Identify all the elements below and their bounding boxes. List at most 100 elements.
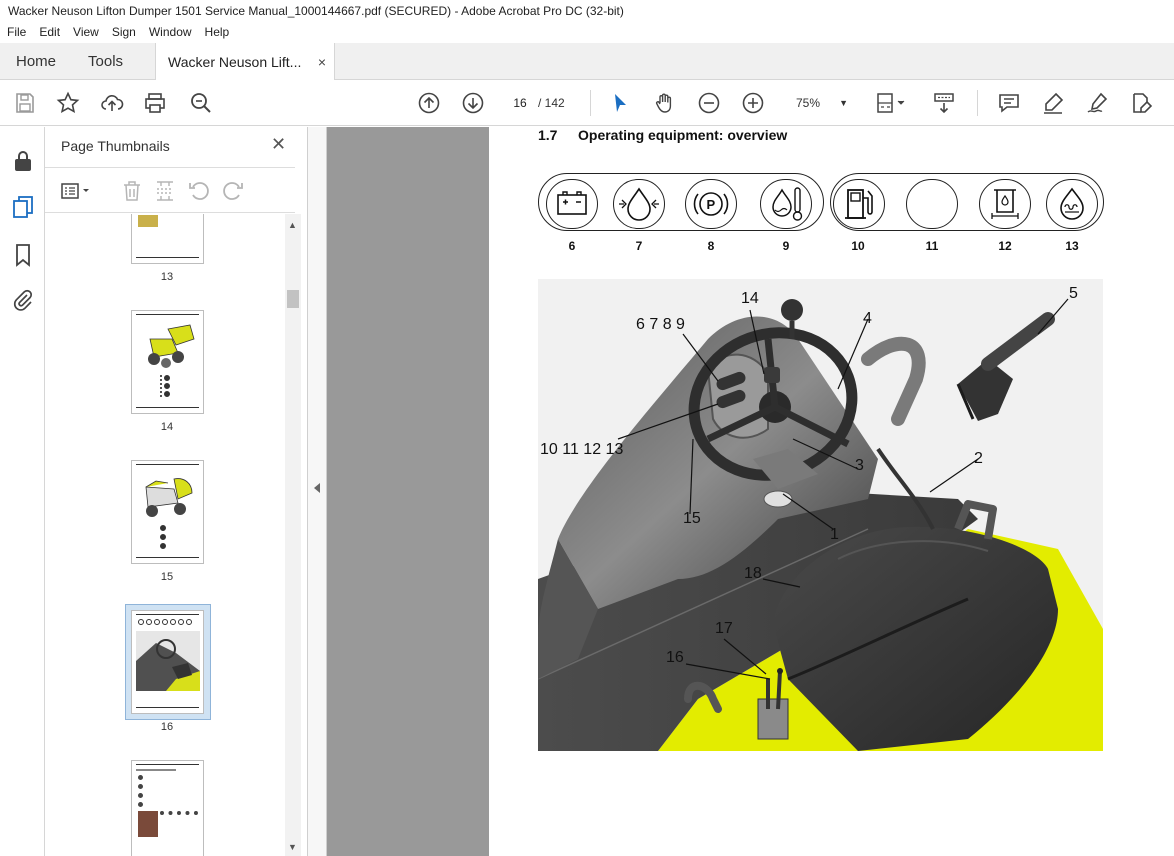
menu-view[interactable]: View xyxy=(66,22,105,43)
menu-window[interactable]: Window xyxy=(142,22,198,43)
gauge-label: 9 xyxy=(782,239,790,253)
page-fit-icon[interactable] xyxy=(875,91,909,115)
dumper-thumbnail-icon xyxy=(148,324,195,368)
extract-page-icon[interactable] xyxy=(153,179,177,203)
callout-3: 3 xyxy=(855,457,864,474)
upload-cloud-icon[interactable] xyxy=(100,91,124,115)
previous-page-icon[interactable] xyxy=(417,91,441,115)
panel-splitter[interactable] xyxy=(308,127,327,856)
callout-17: 17 xyxy=(715,620,733,637)
zoom-search-icon[interactable] xyxy=(189,91,213,115)
thumbnail-label: 16 xyxy=(160,721,174,733)
toolbar-divider xyxy=(590,90,591,116)
callout-2: 2 xyxy=(974,450,983,467)
thumbnail-page[interactable] xyxy=(131,460,204,564)
page-count: / 142 xyxy=(538,96,565,110)
parking-brake-icon: P xyxy=(685,179,737,229)
fuel-icon xyxy=(833,179,885,229)
page-thumbnails-icon[interactable] xyxy=(11,195,35,219)
section-title: Operating equipment: overview xyxy=(578,127,788,143)
callout-16: 16 xyxy=(666,649,684,666)
tab-tools[interactable]: Tools xyxy=(72,43,139,80)
callout-18: 18 xyxy=(744,565,762,582)
sign-icon[interactable] xyxy=(1085,91,1109,115)
menu-sign[interactable]: Sign xyxy=(105,22,142,43)
save-icon[interactable] xyxy=(13,91,37,115)
menu-file[interactable]: File xyxy=(0,22,32,43)
print-icon[interactable] xyxy=(143,91,167,115)
gauge-label: 7 xyxy=(635,239,643,253)
zoom-out-icon[interactable] xyxy=(697,91,721,115)
zoom-in-icon[interactable] xyxy=(741,91,765,115)
collapse-panel-icon[interactable] xyxy=(314,483,320,493)
scroll-mode-icon[interactable] xyxy=(932,91,956,115)
callout-15: 15 xyxy=(683,510,701,527)
glow-plug-icon xyxy=(1046,179,1098,229)
tab-home[interactable]: Home xyxy=(0,43,72,80)
tab-bar: Home Tools Wacker Neuson Lift... × xyxy=(0,43,1174,80)
cab-illustration-graphic xyxy=(538,298,1103,751)
tab-document-label: Wacker Neuson Lift... xyxy=(168,54,302,70)
gauge-label: 12 xyxy=(998,239,1012,253)
attachment-paperclip-icon[interactable] xyxy=(11,288,35,312)
gauge-label: 8 xyxy=(707,239,715,253)
scroll-up-icon[interactable]: ▲ xyxy=(288,220,297,230)
page-number-input[interactable]: 16 xyxy=(505,91,535,115)
blank-indicator-icon xyxy=(906,179,958,229)
callout-5: 5 xyxy=(1069,285,1078,302)
panel-title: Page Thumbnails xyxy=(61,138,170,154)
page-thumbnails-panel: Page Thumbnails ✕ 13 14 15 16 ▲ ▼ xyxy=(45,127,308,856)
thumbnail-page[interactable] xyxy=(131,310,204,414)
gauge-label: 13 xyxy=(1065,239,1079,253)
thumbnail-page[interactable] xyxy=(131,214,204,264)
menu-help[interactable]: Help xyxy=(198,22,236,43)
hand-pan-icon[interactable] xyxy=(653,91,677,115)
air-filter-icon xyxy=(979,179,1031,229)
battery-icon xyxy=(546,179,598,229)
thumbnail-page[interactable] xyxy=(131,760,204,856)
scrollbar-thumb[interactable] xyxy=(287,290,299,308)
gauge-label: 11 xyxy=(925,239,939,253)
panel-toolbar xyxy=(45,167,295,213)
dumper-thumbnail-icon xyxy=(145,478,193,517)
document-view[interactable]: 1.7 Operating equipment: overview P 6 7 8 xyxy=(327,127,1174,856)
gauge-label: 10 xyxy=(851,239,865,253)
thumbnail-options-icon[interactable] xyxy=(60,179,89,203)
next-page-icon[interactable] xyxy=(461,91,485,115)
panel-close-icon[interactable]: ✕ xyxy=(271,134,286,155)
thumbnail-label: 15 xyxy=(160,571,174,583)
rotate-left-icon[interactable] xyxy=(187,179,211,203)
callout-10-11-12-13: 10 11 12 13 xyxy=(540,441,624,458)
pdf-page: 1.7 Operating equipment: overview P 6 7 8 xyxy=(489,127,1174,856)
callout-1: 1 xyxy=(830,526,839,543)
menu-edit[interactable]: Edit xyxy=(32,22,66,43)
gauge-label: 6 xyxy=(568,239,576,253)
tab-document[interactable]: Wacker Neuson Lift... × xyxy=(155,43,336,81)
rotate-right-icon[interactable] xyxy=(221,179,245,203)
select-cursor-icon[interactable] xyxy=(609,91,633,115)
highlight-pen-icon[interactable] xyxy=(1041,91,1065,115)
lock-icon[interactable] xyxy=(11,149,35,173)
section-heading: 1.7 Operating equipment: overview xyxy=(538,127,787,143)
thumbnail-label: 14 xyxy=(160,421,174,433)
scroll-down-icon[interactable]: ▼ xyxy=(288,842,297,852)
bookmark-icon[interactable] xyxy=(11,243,35,267)
zoom-level-select[interactable]: 75% ▼ xyxy=(788,91,854,115)
menu-bar: File Edit View Sign Window Help xyxy=(0,22,1174,43)
comment-icon[interactable] xyxy=(997,91,1021,115)
toolbar-divider xyxy=(977,90,978,116)
navigation-rail xyxy=(0,127,45,856)
svg-text:P: P xyxy=(707,197,716,212)
operating-equipment-illustration: 14 5 6 7 8 9 4 10 11 12 13 3 2 15 1 18 1… xyxy=(538,279,1103,751)
bookmark-star-icon[interactable] xyxy=(56,91,80,115)
delete-page-icon[interactable] xyxy=(120,179,144,203)
thumbnail-list: 13 14 15 16 xyxy=(45,214,285,856)
coolant-temperature-icon xyxy=(760,179,812,229)
thumbnail-scrollbar[interactable]: ▲ ▼ xyxy=(285,214,301,856)
edit-pdf-icon[interactable] xyxy=(1129,91,1153,115)
thumbnail-label: 13 xyxy=(160,271,174,283)
tab-close-icon[interactable]: × xyxy=(318,43,326,81)
zoom-level-value: 75% xyxy=(796,96,821,110)
thumbnail-page-selected[interactable] xyxy=(131,610,204,714)
callout-4: 4 xyxy=(863,310,872,327)
